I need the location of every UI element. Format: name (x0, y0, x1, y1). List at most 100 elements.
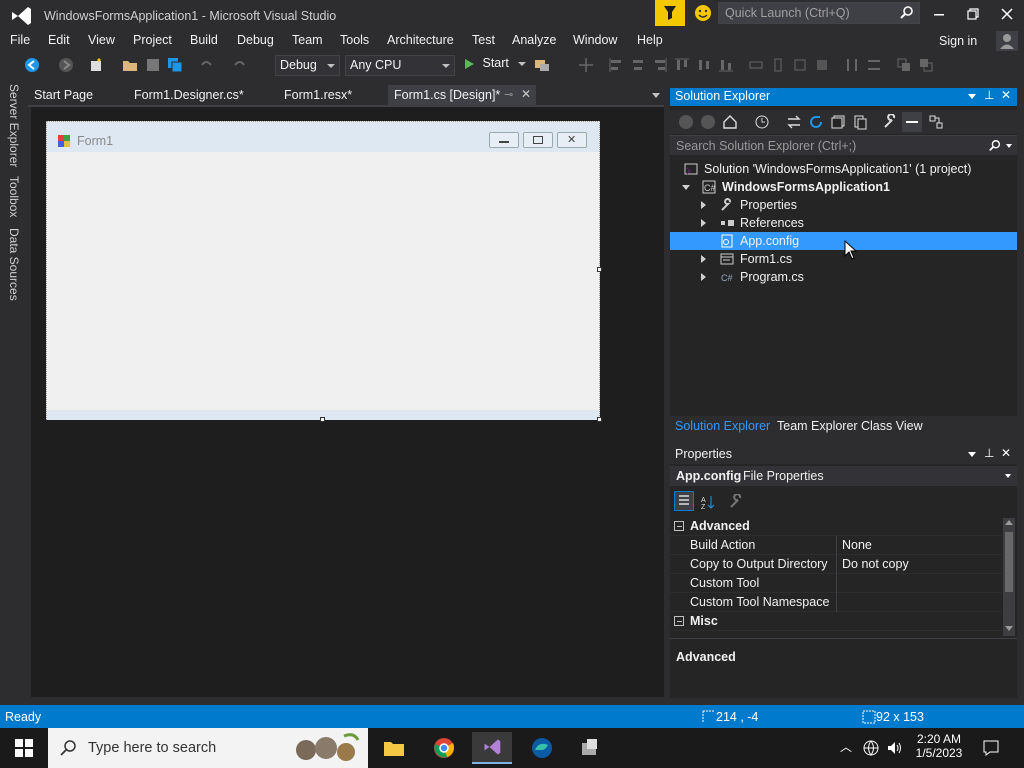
tab-form1-design[interactable]: Form1.cs [Design]* ⊸ ✕ (388, 85, 536, 106)
tree-item-solution[interactable]: Solution 'WindowsFormsApplication1' (1 p… (670, 160, 1017, 178)
menu-help[interactable]: Help (637, 33, 663, 47)
start-button[interactable]: Start (463, 56, 527, 76)
tree-item-project[interactable]: C# WindowsFormsApplication1 (670, 178, 1017, 196)
restore-button[interactable] (956, 0, 990, 28)
back-icon[interactable] (678, 114, 694, 130)
tree-item-properties[interactable]: Properties (670, 196, 1017, 214)
pin-icon[interactable]: ⊸ (504, 88, 513, 101)
vertical-spacing-icon[interactable] (866, 57, 882, 73)
configuration-dropdown[interactable]: Debug (275, 55, 340, 76)
send-to-back-icon[interactable] (918, 57, 934, 73)
app-setup-taskbar-icon[interactable] (570, 732, 610, 764)
expand-arrow-icon[interactable] (701, 201, 706, 209)
property-pages-wrench-icon[interactable] (728, 494, 744, 510)
collapse-all-icon[interactable] (830, 114, 846, 130)
network-icon[interactable] (862, 739, 880, 757)
align-tops-icon[interactable] (674, 57, 690, 73)
tab-solution-explorer[interactable]: Solution Explorer (675, 419, 770, 433)
expand-arrow-icon[interactable] (701, 255, 706, 263)
close-tab-icon[interactable]: ✕ (521, 87, 531, 101)
pin-icon[interactable]: ⊥ (984, 446, 994, 460)
server-explorer-tab[interactable]: Server Explorer (7, 84, 21, 167)
system-clock[interactable]: 2:20 AM 1/5/2023 (914, 732, 964, 760)
close-button[interactable] (990, 0, 1024, 28)
notifications-icon[interactable] (982, 739, 1000, 757)
scroll-thumb[interactable] (1005, 532, 1013, 592)
data-sources-tab[interactable]: Data Sources (7, 228, 21, 301)
platform-dropdown[interactable]: Any CPU (345, 55, 455, 76)
smiley-feedback-icon[interactable] (694, 4, 712, 22)
new-project-icon[interactable] (88, 57, 104, 73)
toolbox-tab[interactable]: Toolbox (7, 176, 21, 217)
tab-overflow-chevron-icon[interactable] (652, 93, 660, 98)
make-same-height-icon[interactable] (770, 57, 786, 73)
preview-selected-items-button[interactable] (902, 112, 922, 132)
resize-handle-bottom[interactable] (320, 417, 325, 422)
close-panel-icon[interactable]: ✕ (1001, 446, 1011, 460)
sync-with-active-document-icon[interactable] (786, 114, 802, 130)
quick-launch-input[interactable]: Quick Launch (Ctrl+Q) (718, 2, 920, 24)
expand-arrow-icon[interactable] (701, 219, 706, 227)
search-icon[interactable] (899, 5, 915, 21)
undo-icon[interactable] (198, 57, 214, 73)
align-to-grid-icon[interactable] (578, 57, 594, 73)
property-value[interactable]: Do not copy (842, 557, 909, 571)
align-lefts-icon[interactable] (608, 57, 624, 73)
menu-architecture[interactable]: Architecture (387, 33, 454, 47)
tab-form1-designer-cs[interactable]: Form1.Designer.cs* (128, 85, 250, 106)
align-rights-icon[interactable] (652, 57, 668, 73)
collapse-arrow-icon[interactable] (682, 185, 690, 190)
tab-class-view[interactable]: Class View (861, 419, 923, 433)
close-panel-icon[interactable]: ✕ (1001, 88, 1011, 102)
column-divider[interactable] (836, 536, 837, 612)
file-explorer-taskbar-icon[interactable] (374, 732, 414, 764)
resize-handle-corner[interactable] (597, 417, 602, 422)
class-diagram-icon[interactable] (928, 114, 944, 130)
form1-design-window[interactable]: Form1 ✕ (46, 121, 600, 420)
properties-scrollbar[interactable] (1003, 518, 1015, 636)
align-middles-icon[interactable] (696, 57, 712, 73)
pending-changes-filter-icon[interactable] (754, 114, 770, 130)
collapse-category-icon[interactable] (674, 521, 684, 531)
make-same-size-icon[interactable] (792, 57, 808, 73)
tree-item-references[interactable]: References (670, 214, 1017, 232)
menu-project[interactable]: Project (133, 33, 172, 47)
expand-arrow-icon[interactable] (701, 273, 706, 281)
menu-analyze[interactable]: Analyze (512, 33, 556, 47)
show-hidden-icons-chevron-icon[interactable]: ︿ (840, 738, 852, 755)
redo-icon[interactable] (232, 57, 248, 73)
scroll-up-icon[interactable] (1005, 520, 1013, 525)
save-icon[interactable] (145, 57, 161, 73)
categorized-button[interactable] (674, 491, 694, 511)
search-icon[interactable] (988, 139, 1002, 153)
open-file-icon[interactable] (122, 57, 138, 73)
menu-file[interactable]: File (10, 33, 30, 47)
alphabetical-icon[interactable]: AZ (700, 494, 716, 510)
navigate-back-icon[interactable] (24, 57, 40, 73)
volume-icon[interactable] (886, 739, 904, 757)
sign-in-link[interactable]: Sign in (939, 34, 977, 48)
notifications-flag-icon[interactable] (655, 0, 685, 26)
pin-icon[interactable]: ⊥ (984, 88, 994, 102)
refresh-icon[interactable] (808, 114, 824, 130)
horizontal-spacing-icon[interactable] (844, 57, 860, 73)
menu-build[interactable]: Build (190, 33, 218, 47)
collapse-category-icon[interactable] (674, 616, 684, 626)
visual-studio-taskbar-icon[interactable] (472, 732, 512, 764)
minimize-button[interactable] (922, 0, 956, 28)
resize-handle-right[interactable] (597, 267, 602, 272)
panel-menu-chevron-icon[interactable] (968, 452, 976, 457)
tab-form1-resx[interactable]: Form1.resx* (278, 85, 358, 106)
tree-item-program-cs[interactable]: C# Program.cs (670, 268, 1017, 286)
menu-window[interactable]: Window (573, 33, 617, 47)
menu-edit[interactable]: Edit (48, 33, 70, 47)
category-misc[interactable]: Misc (670, 612, 1002, 631)
form-client-area[interactable] (51, 152, 595, 410)
object-selector[interactable]: App.config File Properties (670, 466, 1017, 486)
make-same-width-icon[interactable] (748, 57, 764, 73)
start-button[interactable] (4, 732, 44, 764)
bring-to-front-icon[interactable] (896, 57, 912, 73)
home-icon[interactable] (722, 114, 738, 130)
panel-menu-chevron-icon[interactable] (968, 94, 976, 99)
align-bottoms-icon[interactable] (718, 57, 734, 73)
